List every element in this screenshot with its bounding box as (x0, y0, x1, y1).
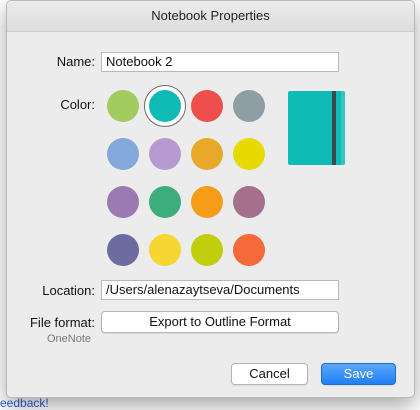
color-swatch[interactable] (149, 234, 181, 266)
file-format-sublabel: OneNote (46, 333, 91, 345)
color-swatch[interactable] (191, 138, 223, 170)
color-swatch[interactable] (233, 90, 265, 122)
notebook-strap (332, 91, 336, 165)
background-feedback-link: eedback! (0, 396, 49, 410)
color-swatch[interactable] (149, 138, 181, 170)
color-swatch[interactable] (233, 186, 265, 218)
color-label: Color: (60, 97, 95, 112)
color-swatch[interactable] (191, 90, 223, 122)
color-swatch[interactable] (107, 90, 139, 122)
color-swatch[interactable] (191, 186, 223, 218)
dialog-title: Notebook Properties (7, 1, 414, 32)
notebook-preview (288, 91, 345, 165)
color-swatch[interactable] (107, 138, 139, 170)
save-button[interactable]: Save (321, 363, 396, 385)
location-label: Location: (42, 283, 95, 298)
location-field[interactable]: /Users/alenazaytseva/Documents (101, 280, 339, 300)
color-swatch[interactable] (107, 186, 139, 218)
name-label: Name: (56, 54, 95, 69)
notebook-properties-dialog: Notebook Properties Name: Notebook 2 Col… (6, 0, 415, 398)
color-swatch[interactable] (107, 234, 139, 266)
color-swatch[interactable] (149, 186, 181, 218)
color-swatch[interactable] (233, 138, 265, 170)
cancel-button[interactable]: Cancel (231, 363, 308, 385)
notebook-edge (341, 91, 345, 165)
color-swatch[interactable] (233, 234, 265, 266)
color-swatch[interactable] (191, 234, 223, 266)
name-field[interactable]: Notebook 2 (101, 52, 339, 72)
color-swatch[interactable] (149, 90, 181, 122)
export-outline-button[interactable]: Export to Outline Format (101, 311, 339, 333)
file-format-label: File format: (29, 315, 95, 330)
